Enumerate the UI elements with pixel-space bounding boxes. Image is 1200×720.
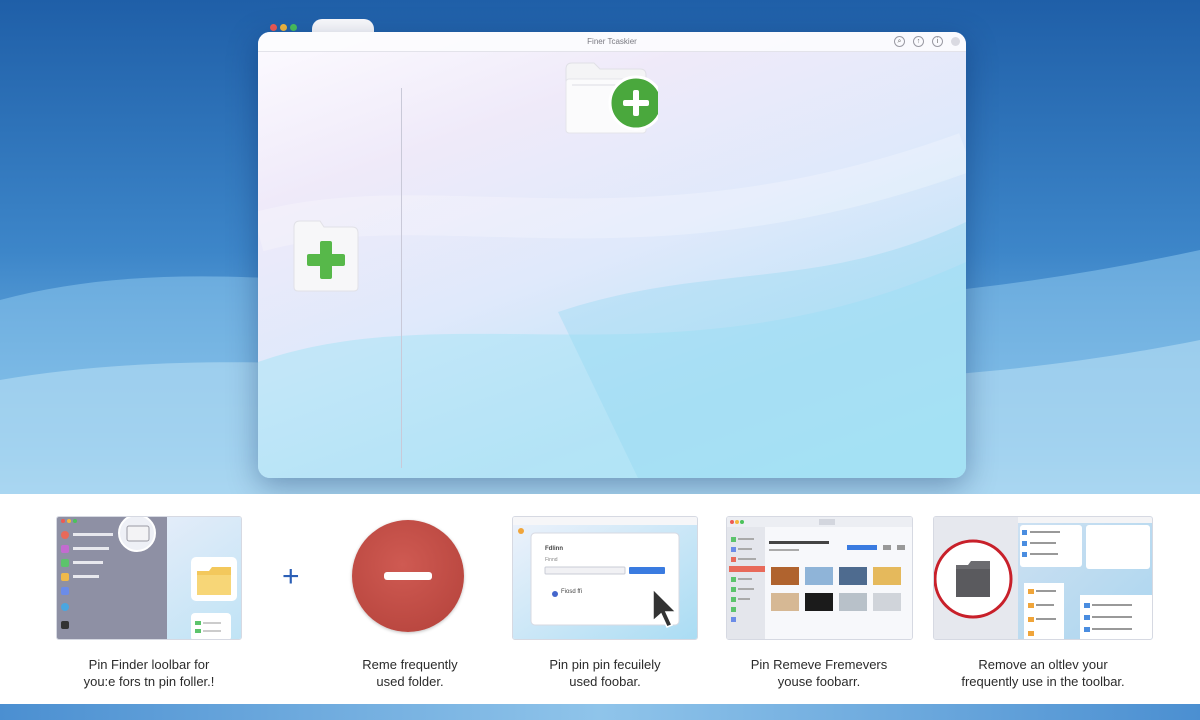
tile-thumbnail-5[interactable] [933, 516, 1153, 640]
minimize-icon[interactable] [280, 24, 287, 31]
sidebar-divider[interactable] [401, 88, 402, 468]
tile-caption-2: Reme frequently used folder. [310, 656, 510, 690]
tile-thumbnail-1[interactable] [56, 516, 242, 640]
caption-line: frequently use in the toolbar. [961, 674, 1125, 689]
caption-line: used folder. [376, 674, 444, 689]
window-title: Finer Tcaskier [587, 37, 637, 46]
share-icon[interactable]: ↑ [913, 36, 924, 47]
tile-caption-5: Remove an oltlev your frequently use in … [943, 656, 1143, 690]
zoom-icon[interactable] [290, 24, 297, 31]
dialog-label: Finnd [545, 557, 558, 563]
folder-plus-icon[interactable] [564, 59, 658, 135]
caption-line: Pin Finder loolbar for [88, 657, 210, 672]
info-icon[interactable]: i [932, 36, 943, 47]
folder-plus-icon[interactable] [292, 219, 360, 293]
traffic-lights[interactable] [270, 24, 297, 31]
dialog-title: Fdlinn [545, 546, 563, 552]
finder-window: Finer Tcaskier ⌕ ↑ i [258, 32, 966, 478]
tile-caption-4: Pin Remeve Fremevers youse foobarr. [719, 656, 919, 690]
remove-folder-preview [934, 517, 1152, 639]
finder-grid-preview [727, 517, 912, 639]
caption-line: you:e fors tn pin foller.! [83, 674, 215, 689]
dialog-item: Fiosd ffi [561, 589, 582, 595]
tile-thumbnail-3[interactable]: Fdlinn Finnd Fiosd ffi [512, 516, 698, 640]
caption-line: youse foobarr. [777, 674, 861, 689]
search-icon[interactable]: ⌕ [894, 36, 905, 47]
plus-icon: + [282, 560, 300, 593]
caption-line: Pin Remeve Fremevers [750, 657, 888, 672]
remove-button[interactable] [352, 520, 464, 632]
tile-caption-1: Pin Finder loolbar for you:e fors tn pin… [49, 656, 249, 690]
caption-line: Pin pin pin fecuilely [549, 657, 661, 672]
tile-caption-3: Pin pin pin fecuilely used foobar. [505, 656, 705, 690]
desktop-wallpaper-bottom [0, 704, 1200, 720]
tile-thumbnail-4[interactable] [726, 516, 913, 640]
caption-line: Remove an oltlev your [978, 657, 1108, 672]
window-titlebar[interactable]: Finer Tcaskier ⌕ ↑ i [258, 32, 966, 52]
toolbar-icons: ⌕ ↑ i [894, 36, 960, 47]
close-icon[interactable] [270, 24, 277, 31]
caption-line: used foobar. [569, 674, 641, 689]
minus-icon [384, 572, 432, 580]
caption-line: Reme frequently [362, 657, 458, 672]
finder-sidebar-preview [57, 517, 241, 639]
more-icon[interactable] [951, 37, 960, 46]
dialog-preview [513, 517, 697, 639]
